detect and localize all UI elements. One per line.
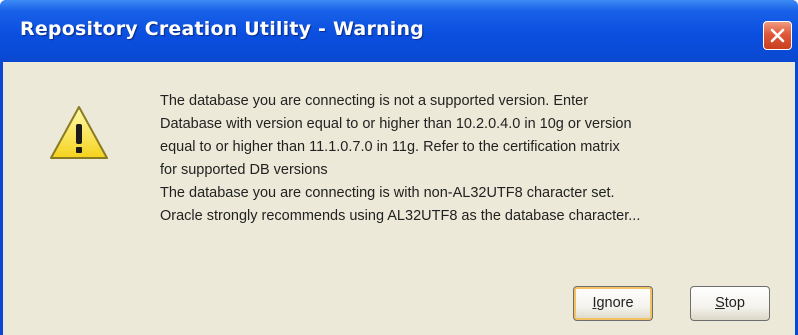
message-line: The database you are connecting is not a…	[160, 93, 589, 109]
title-bar[interactable]: Repository Creation Utility - Warning	[0, 0, 798, 62]
ignore-label: gnore	[596, 295, 634, 311]
close-icon	[770, 28, 785, 43]
ignore-button[interactable]: Ignore	[573, 286, 653, 321]
warning-dialog: Repository Creation Utility - Warning Th…	[0, 0, 798, 335]
message-line: Database with version equal to or higher…	[160, 116, 632, 132]
stop-label: top	[724, 295, 745, 311]
message-line: The database you are connecting is with …	[160, 185, 615, 201]
dialog-body: The database you are connecting is not a…	[3, 62, 795, 335]
stop-mnemonic: S	[715, 295, 725, 311]
message-line: Oracle strongly recommends using AL32UTF…	[160, 208, 641, 224]
message-line: for supported DB versions	[160, 162, 328, 178]
stop-button[interactable]: Stop	[690, 286, 770, 321]
window-title: Repository Creation Utility - Warning	[20, 18, 424, 40]
warning-icon	[50, 106, 108, 159]
warning-message: The database you are connecting is not a…	[160, 90, 780, 228]
message-line: equal to or higher than 11.1.0.7.0 in 11…	[160, 139, 620, 155]
close-button[interactable]	[763, 21, 792, 50]
